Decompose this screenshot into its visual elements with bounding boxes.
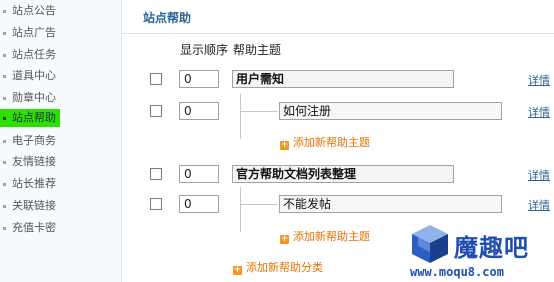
bullet-icon <box>3 31 6 35</box>
watermark-text: 魔趣吧 <box>454 234 529 262</box>
sidebar-item-medals[interactable]: 勋章中心 <box>0 89 56 107</box>
topic-input[interactable]: 不能发帖 <box>279 195 502 213</box>
sidebar-item-tasks[interactable]: 站点任务 <box>0 46 56 64</box>
bullet-icon <box>3 226 6 230</box>
topic-input[interactable]: 如何注册 <box>279 102 502 120</box>
plus-icon: + <box>280 234 289 244</box>
sidebar-item-help[interactable]: 站点帮助 <box>0 109 60 127</box>
topic-input[interactable]: 官方帮助文档列表整理 <box>232 165 454 183</box>
row-checkbox[interactable] <box>150 198 162 210</box>
order-input[interactable]: 0 <box>179 102 219 120</box>
column-header-topic: 帮助主题 <box>233 43 282 57</box>
bullet-icon <box>3 204 6 208</box>
title-divider <box>122 33 554 34</box>
sidebar-item-ecommerce[interactable]: 电子商务 <box>0 132 56 150</box>
tree-connector <box>240 111 278 112</box>
bullet-icon <box>3 9 6 13</box>
row-checkbox[interactable] <box>150 105 162 117</box>
bullet-icon <box>3 53 6 57</box>
tree-connector <box>240 204 278 205</box>
sidebar-item-recharge-cards[interactable]: 充值卡密 <box>0 219 56 237</box>
watermark-logo: 魔趣吧 www.moqu8.com <box>406 222 554 282</box>
detail-link[interactable]: 详情 <box>528 104 550 120</box>
order-input[interactable]: 0 <box>179 165 219 183</box>
sidebar: 站点公告 站点广告 站点任务 道具中心 勋章中心 站点帮助 电子商务 友情链接 … <box>0 0 122 282</box>
detail-link[interactable]: 详情 <box>528 197 550 213</box>
cube-logo-icon <box>412 225 448 263</box>
sidebar-item-related-links[interactable]: 关联链接 <box>0 197 56 215</box>
row-checkbox[interactable] <box>150 168 162 180</box>
tree-connector <box>240 94 241 139</box>
bullet-icon <box>3 96 6 100</box>
sidebar-item-ads[interactable]: 站点广告 <box>0 24 56 42</box>
sidebar-item-props[interactable]: 道具中心 <box>0 67 56 85</box>
bullet-icon <box>3 74 6 78</box>
sidebar-item-friend-links[interactable]: 友情链接 <box>0 153 56 171</box>
sidebar-item-admin-recommend[interactable]: 站长推荐 <box>0 175 56 193</box>
bullet-icon <box>3 116 6 120</box>
plus-icon: + <box>233 265 242 275</box>
order-input[interactable]: 0 <box>179 195 219 213</box>
bullet-icon <box>3 182 6 186</box>
add-category-link[interactable]: + 添加新帮助分类 <box>233 259 323 275</box>
watermark-url: www.moqu8.com <box>410 265 504 279</box>
add-topic-link[interactable]: + 添加新帮助主题 <box>280 134 370 150</box>
column-header-order: 显示顺序 <box>180 43 229 57</box>
detail-link[interactable]: 详情 <box>528 72 550 88</box>
bullet-icon <box>3 139 6 143</box>
sidebar-item-announcements[interactable]: 站点公告 <box>0 2 56 20</box>
bullet-icon <box>3 160 6 164</box>
plus-icon: + <box>280 140 289 150</box>
order-input[interactable]: 0 <box>179 70 219 88</box>
page-title: 站点帮助 <box>143 11 192 25</box>
row-checkbox[interactable] <box>150 73 162 85</box>
add-topic-link[interactable]: + 添加新帮助主题 <box>280 228 370 244</box>
tree-connector <box>240 187 241 232</box>
detail-link[interactable]: 详情 <box>528 167 550 183</box>
topic-input[interactable]: 用户需知 <box>232 70 454 88</box>
